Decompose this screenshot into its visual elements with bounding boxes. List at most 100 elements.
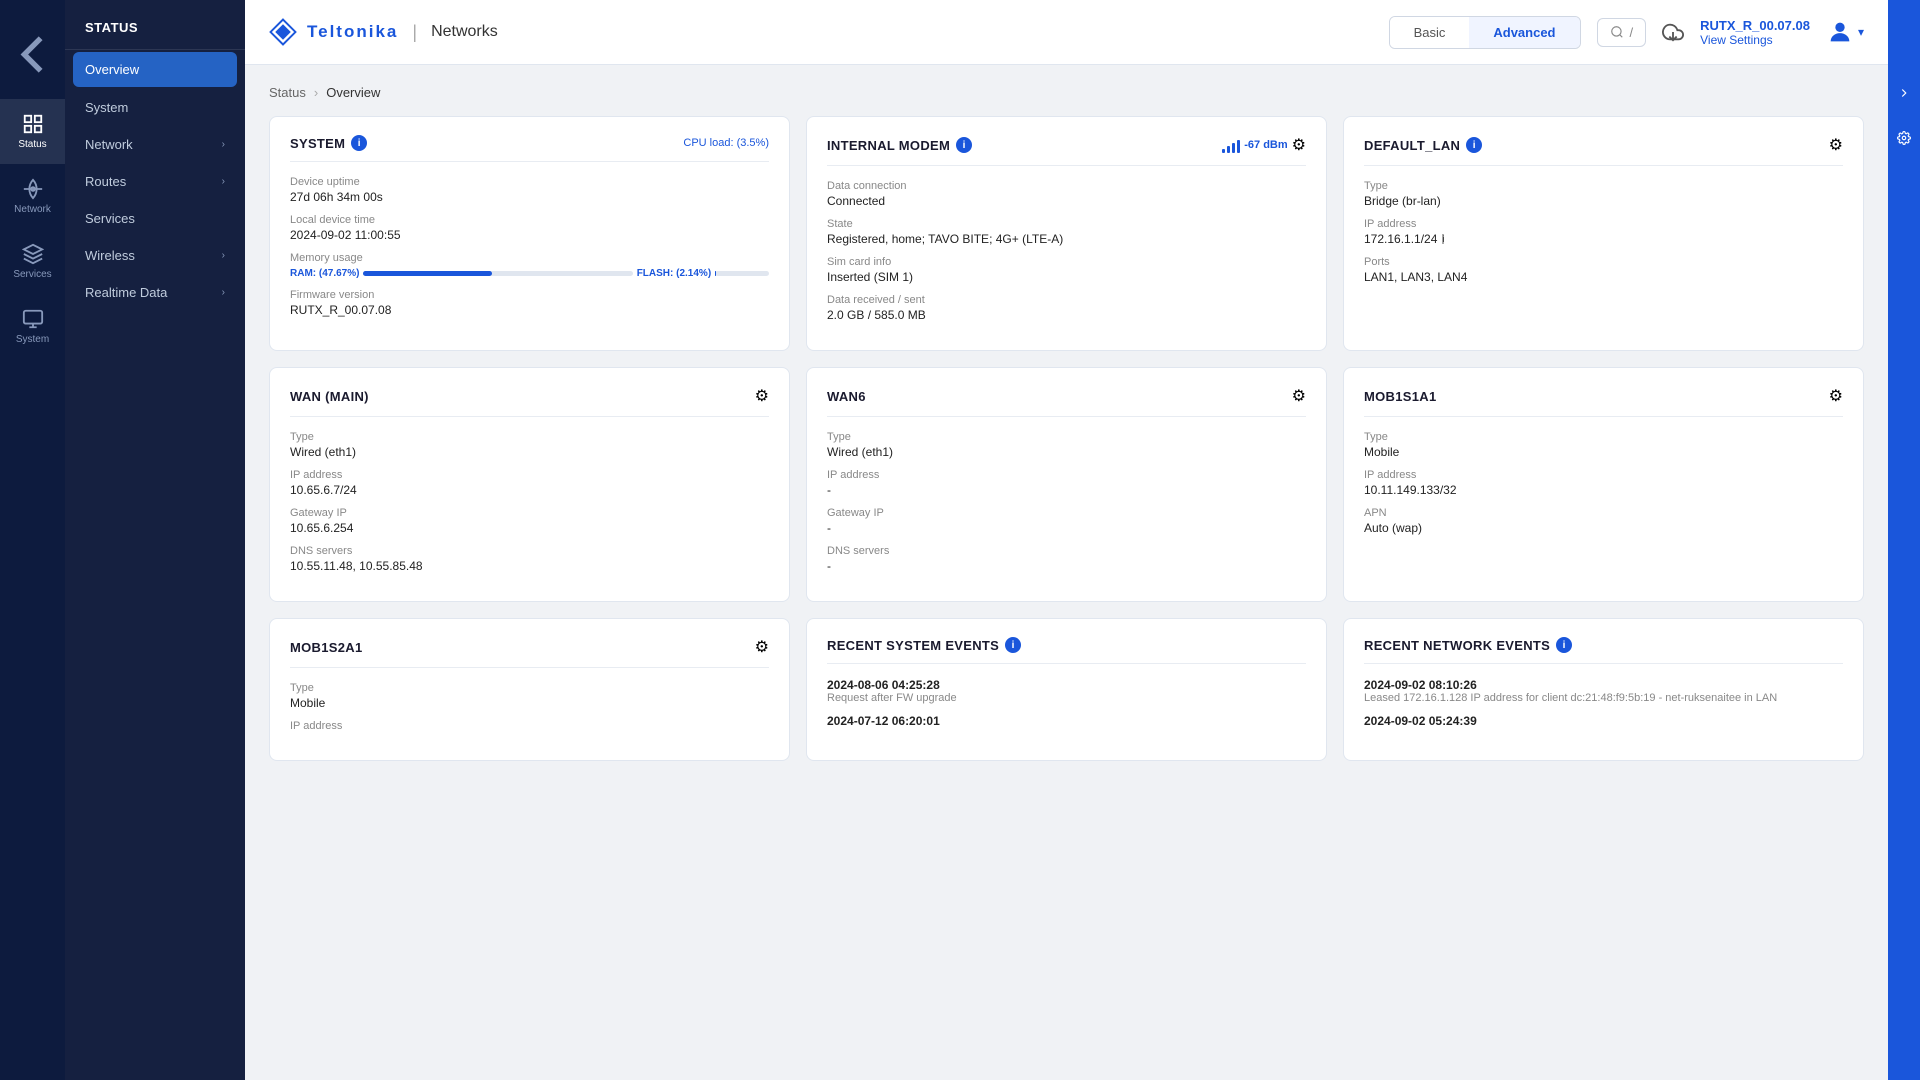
- nav-services[interactable]: Services: [0, 229, 65, 294]
- nav-network[interactable]: Network: [0, 164, 65, 229]
- right-panel-collapse-icon[interactable]: [1891, 80, 1917, 109]
- user-avatar-icon: [1826, 18, 1854, 46]
- system-card: SYSTEM i CPU load: (3.5%) Device uptime …: [269, 116, 790, 351]
- wan6-card-title: WAN6: [827, 389, 866, 404]
- mode-advanced-button[interactable]: Advanced: [1469, 17, 1579, 48]
- recent-network-events-card: RECENT NETWORK EVENTS i 2024-09-02 08:10…: [1343, 618, 1864, 761]
- breadcrumb-parent: Status: [269, 85, 306, 100]
- wan-ip-row: IP address 10.65.6.7/24: [290, 469, 769, 497]
- mode-basic-button[interactable]: Basic: [1390, 17, 1470, 48]
- mob1s1a1-ip-value: 10.11.149.133/32: [1364, 483, 1843, 497]
- wan6-type-value: Wired (eth1): [827, 445, 1306, 459]
- state-label: State: [827, 218, 1306, 230]
- sidebar-item-network[interactable]: Network ›: [65, 126, 245, 163]
- sidebar-item-realtime-data[interactable]: Realtime Data ›: [65, 274, 245, 311]
- chevron-right-icon: ›: [222, 250, 225, 261]
- teltonika-logo-icon: [269, 18, 297, 46]
- signal-strength-value: -67 dBm: [1244, 139, 1287, 151]
- wan6-type-row: Type Wired (eth1): [827, 431, 1306, 459]
- wan6-gateway-value: -: [827, 521, 1306, 535]
- cpu-load-value: CPU load: (3.5%): [683, 137, 769, 149]
- state-value: Registered, home; TAVO BITE; 4G+ (LTE-A): [827, 232, 1306, 246]
- mob1s2a1-card-title: MOB1S2A1: [290, 640, 362, 655]
- mob1s1a1-gear-icon[interactable]: ⚙: [1829, 386, 1843, 406]
- recent-network-info-icon[interactable]: i: [1556, 637, 1572, 653]
- firmware-version: RUTX_R_00.07.08: [1700, 18, 1810, 33]
- network-event2-row: 2024-09-02 05:24:39: [1364, 714, 1843, 728]
- wan-type-label: Type: [290, 431, 769, 443]
- logo-separator: |: [412, 22, 417, 43]
- search-icon: [1610, 25, 1624, 39]
- cloud-update-button[interactable]: [1662, 21, 1684, 43]
- local-time-value: 2024-09-02 11:00:55: [290, 228, 769, 242]
- data-conn-row: Data connection Connected: [827, 180, 1306, 208]
- nav-system-label: System: [16, 334, 49, 345]
- sim-value: Inserted (SIM 1): [827, 270, 1306, 284]
- wan-main-gear-icon[interactable]: ⚙: [755, 386, 769, 406]
- nav-status[interactable]: Status: [0, 99, 65, 164]
- sidebar-section-title: STATUS: [65, 0, 245, 50]
- user-menu[interactable]: ▾: [1826, 18, 1864, 46]
- breadcrumb-current: Overview: [326, 85, 380, 100]
- sim-label: Sim card info: [827, 256, 1306, 268]
- wan-dns-label: DNS servers: [290, 545, 769, 557]
- system-info-icon[interactable]: i: [351, 135, 367, 151]
- mob1s2a1-card: MOB1S2A1 ⚙ Type Mobile IP address: [269, 618, 790, 761]
- nav-status-label: Status: [18, 139, 46, 150]
- modem-gear-icon[interactable]: ⚙: [1292, 135, 1306, 155]
- view-settings-link[interactable]: View Settings: [1700, 33, 1810, 47]
- search-box[interactable]: /: [1597, 18, 1647, 47]
- system-event1-row: 2024-08-06 04:25:28 Request after FW upg…: [827, 678, 1306, 704]
- right-panel-settings-icon[interactable]: [1891, 125, 1917, 154]
- nav-network-label: Network: [14, 204, 51, 215]
- memory-usage-row: Memory usage RAM: (47.67%) FLASH: (2.14%…: [290, 252, 769, 279]
- network-event1-row: 2024-09-02 08:10:26 Leased 172.16.1.128 …: [1364, 678, 1843, 704]
- modem-card-title: INTERNAL MODEM: [827, 138, 950, 153]
- lan-info-icon[interactable]: i: [1466, 137, 1482, 153]
- wan-dns-value: 10.55.11.48, 10.55.85.48: [290, 559, 769, 573]
- mob1s1a1-card-title: MOB1S1A1: [1364, 389, 1436, 404]
- sidebar-item-system[interactable]: System: [65, 89, 245, 126]
- wan6-card: WAN6 ⚙ Type Wired (eth1) IP address - Ga…: [806, 367, 1327, 602]
- wan6-dns-row: DNS servers -: [827, 545, 1306, 573]
- lan-gear-icon[interactable]: ⚙: [1829, 135, 1843, 155]
- wan-main-card: WAN (MAIN) ⚙ Type Wired (eth1) IP addres…: [269, 367, 790, 602]
- lan-ip-info-icon[interactable]: i: [1442, 234, 1444, 244]
- sidebar-item-routes[interactable]: Routes ›: [65, 163, 245, 200]
- mob1s1a1-type-value: Mobile: [1364, 445, 1843, 459]
- wan-ip-label: IP address: [290, 469, 769, 481]
- mob1s1a1-apn-row: APN Auto (wap): [1364, 507, 1843, 535]
- mob1s2a1-ip-label: IP address: [290, 720, 769, 732]
- sidebar-item-services[interactable]: Services: [65, 200, 245, 237]
- signal-bars-icon: [1222, 137, 1240, 153]
- wan6-gear-icon[interactable]: ⚙: [1292, 386, 1306, 406]
- nav-services-label: Services: [13, 269, 51, 280]
- modem-info-icon[interactable]: i: [956, 137, 972, 153]
- chevron-down-icon: ▾: [1858, 25, 1864, 39]
- wan-type-value: Wired (eth1): [290, 445, 769, 459]
- wan6-ip-row: IP address -: [827, 469, 1306, 497]
- sidebar-item-wireless[interactable]: Wireless ›: [65, 237, 245, 274]
- lan-type-value: Bridge (br-lan): [1364, 194, 1843, 208]
- mob1s2a1-gear-icon[interactable]: ⚙: [755, 637, 769, 657]
- system-card-title: SYSTEM: [290, 136, 345, 151]
- data-label: Data received / sent: [827, 294, 1306, 306]
- lan-ports-label: Ports: [1364, 256, 1843, 268]
- chevron-right-icon: ›: [222, 287, 225, 298]
- ram-progress-bar: [363, 271, 491, 276]
- sidebar-item-overview[interactable]: Overview: [73, 52, 237, 87]
- mob1s2a1-type-row: Type Mobile: [290, 682, 769, 710]
- nav-system[interactable]: System: [0, 294, 65, 359]
- lan-ports-row: Ports LAN1, LAN3, LAN4: [1364, 256, 1843, 284]
- lan-ip-value: 172.16.1.1/24: [1364, 232, 1437, 246]
- topbar: Teltonika | Networks Basic Advanced / RU…: [245, 0, 1888, 65]
- wan6-type-label: Type: [827, 431, 1306, 443]
- topbar-right: RUTX_R_00.07.08 View Settings ▾: [1700, 18, 1864, 47]
- mob1s1a1-apn-value: Auto (wap): [1364, 521, 1843, 535]
- chevron-right-icon: ›: [222, 176, 225, 187]
- default-lan-card: DEFAULT_LAN i ⚙ Type Bridge (br-lan) IP …: [1343, 116, 1864, 351]
- recent-system-info-icon[interactable]: i: [1005, 637, 1021, 653]
- collapse-button[interactable]: [0, 10, 65, 99]
- mode-toggle: Basic Advanced: [1389, 16, 1581, 49]
- lan-ip-row: IP address 172.16.1.1/24 i: [1364, 218, 1843, 246]
